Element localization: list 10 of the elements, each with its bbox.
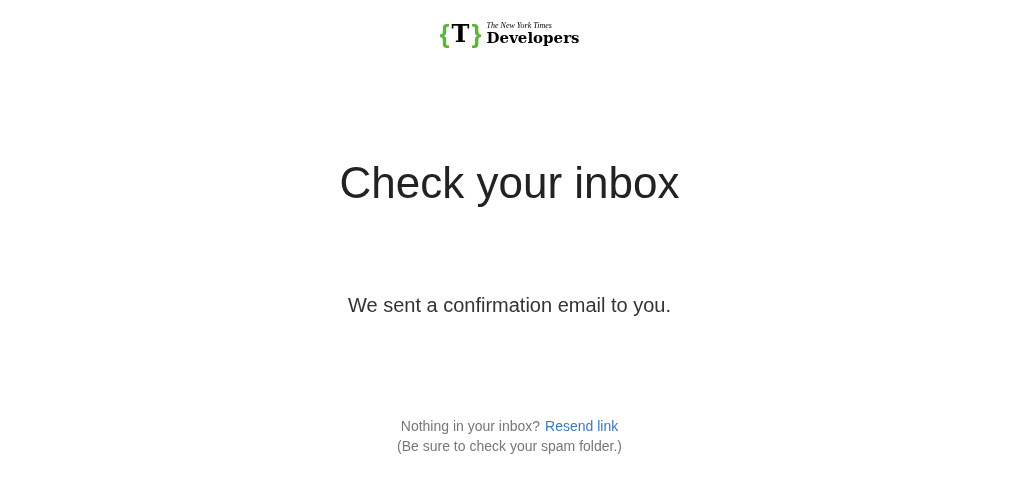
brace-icon: }	[471, 21, 482, 47]
spam-note: (Be sure to check your spam folder.)	[397, 437, 622, 455]
logo-letter: T	[451, 22, 470, 46]
publisher-name: The New York Times	[486, 21, 553, 30]
resend-link[interactable]: Resend link	[545, 417, 619, 435]
product-name: Developers	[486, 30, 580, 47]
confirmation-message: We sent a confirmation email to you.	[347, 293, 672, 318]
brace-icon: {	[439, 21, 450, 47]
page-heading: Check your inbox	[339, 157, 680, 209]
inbox-question: Nothing in your inbox?	[400, 417, 541, 435]
